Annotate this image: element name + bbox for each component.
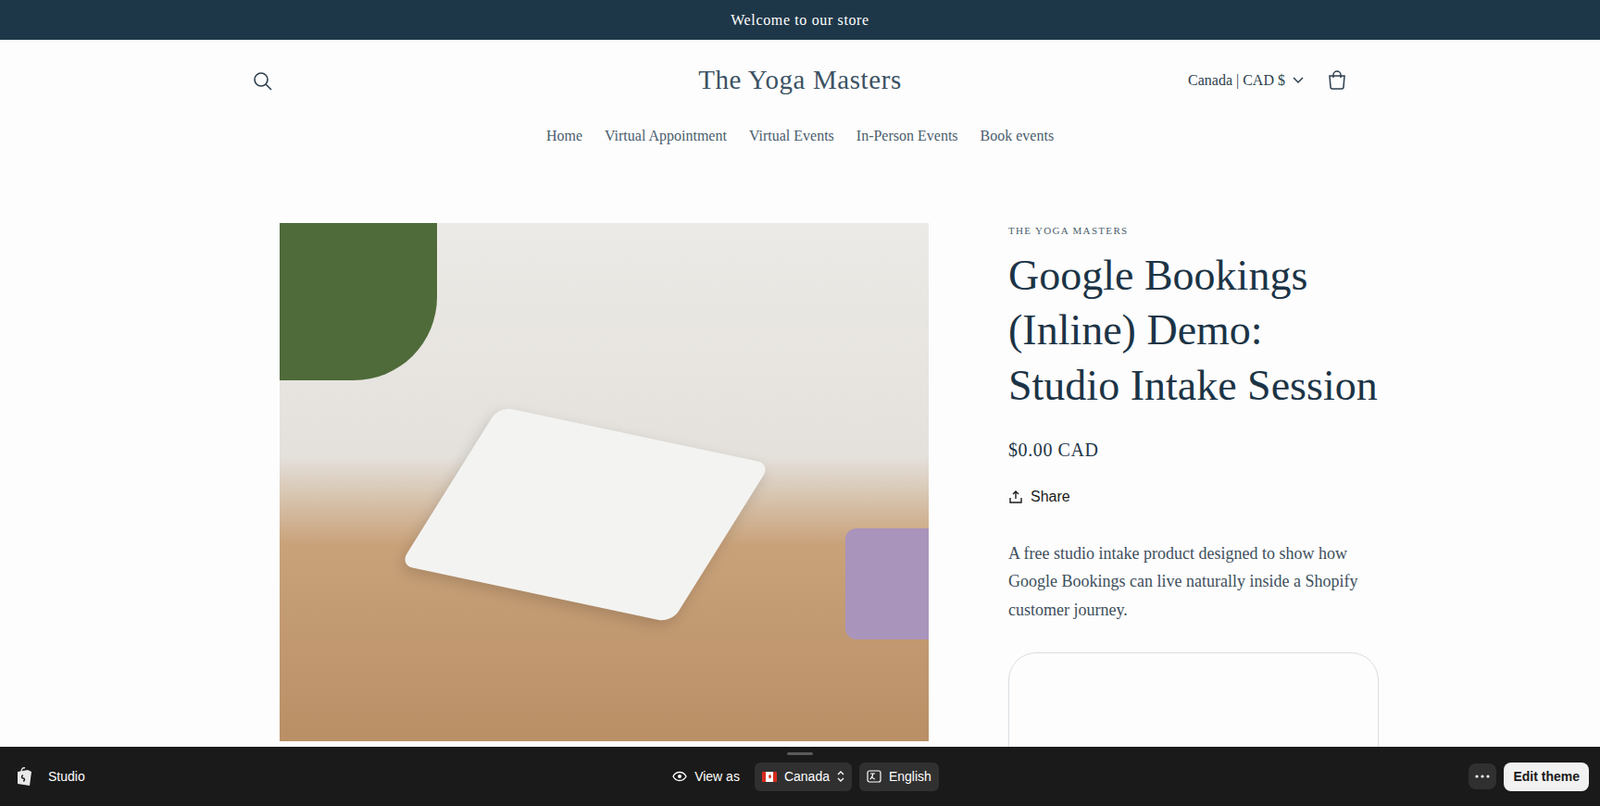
preview-bar-left: Studio	[14, 766, 293, 788]
header-left	[251, 68, 530, 92]
view-as-text: View as	[694, 767, 740, 788]
announcement-text: Welcome to our store	[730, 9, 870, 32]
nav-item[interactable]: Home	[546, 121, 583, 151]
country-selector[interactable]: Canada	[754, 762, 852, 792]
preview-bar-right: Edit theme	[1311, 762, 1589, 792]
product-description: A free studio intake product designed to…	[1008, 539, 1379, 625]
site-header: The Yoga Masters Canada | CAD $ Home Virt…	[244, 39, 1356, 151]
store-logo[interactable]: The Yoga Masters	[698, 60, 902, 101]
translate-icon	[866, 770, 882, 784]
nav-item[interactable]: Virtual Appointment	[604, 121, 727, 151]
announcement-bar: Welcome to our store	[0, 0, 1600, 40]
more-icon	[1475, 775, 1490, 779]
language-text: English	[888, 767, 932, 788]
product-page: THE YOGA MASTERS Google Bookings (Inline…	[244, 150, 1356, 783]
country-text: Canada	[784, 767, 830, 788]
product-title: Google Bookings (Inline) Demo: Studio In…	[1008, 248, 1379, 414]
product-vendor: THE YOGA MASTERS	[1008, 223, 1379, 239]
edit-theme-button[interactable]: Edit theme	[1503, 762, 1589, 792]
main-nav: Home Virtual Appointment Virtual Events In-…	[244, 121, 1356, 151]
search-icon[interactable]	[251, 70, 275, 93]
product-price: $0.00 CAD	[1008, 436, 1379, 464]
store-name: Studio	[48, 767, 86, 788]
preview-controls: View as Canada English	[664, 762, 939, 792]
chevron-down-icon	[1292, 76, 1304, 85]
nav-item[interactable]: In-Person Events	[856, 121, 959, 151]
shopify-bag-icon	[14, 766, 34, 788]
nav-item[interactable]: Book events	[980, 121, 1055, 151]
share-text: Share	[1030, 486, 1071, 509]
more-button[interactable]	[1468, 763, 1497, 790]
share-icon	[1008, 489, 1024, 505]
locale-selector[interactable]: Canada | CAD $	[1187, 69, 1304, 92]
nav-item[interactable]: Virtual Events	[749, 121, 835, 151]
product-section: THE YOGA MASTERS Google Bookings (Inline…	[244, 150, 1356, 783]
preview-bar: Studio View as Canada English Edit theme	[0, 747, 1600, 806]
language-selector[interactable]: English	[859, 762, 939, 792]
canada-flag-icon	[762, 772, 777, 783]
product-info: THE YOGA MASTERS Google Bookings (Inline…	[1008, 223, 1379, 783]
header-right: Canada | CAD $	[1070, 69, 1349, 92]
cart-icon[interactable]	[1325, 69, 1349, 92]
updown-icon	[837, 771, 845, 783]
locale-text: Canada | CAD $	[1187, 69, 1286, 92]
share-button[interactable]: Share	[1008, 486, 1071, 509]
product-image[interactable]	[279, 223, 929, 742]
view-as: View as	[664, 767, 748, 788]
eye-icon	[672, 771, 688, 783]
